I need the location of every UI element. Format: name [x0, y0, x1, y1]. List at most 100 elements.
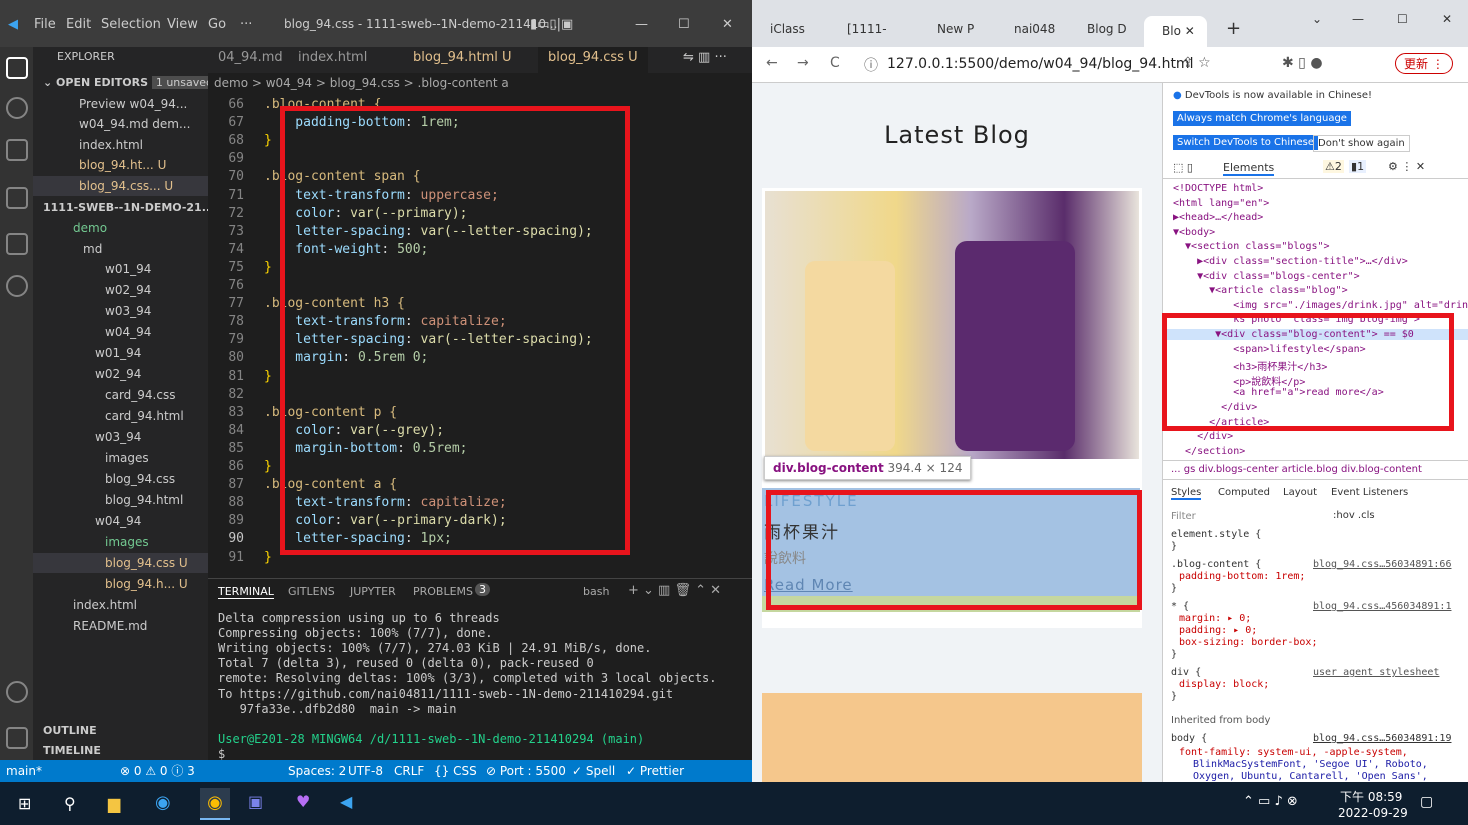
css-declaration[interactable]: box-sizing: border-box; — [1179, 637, 1317, 648]
open-editor-item[interactable]: index.html — [33, 135, 208, 155]
tab-elements[interactable]: Elements — [1223, 161, 1275, 176]
tree-folder[interactable]: w01_94 — [33, 259, 208, 279]
css-declaration[interactable]: display: block; — [1179, 679, 1269, 690]
tray-icons[interactable]: ⌃ ▭ ♪ ⊗ — [1243, 794, 1298, 809]
clock-date[interactable]: 2022-09-29 — [1338, 806, 1408, 820]
dom-node[interactable]: ▼<body> — [1173, 227, 1215, 238]
dom-node[interactable]: </div> — [1173, 431, 1233, 442]
browser-tab[interactable]: [1111- — [847, 22, 887, 44]
tree-folder[interactable]: w04_94 — [33, 511, 208, 531]
menu-selection[interactable]: Selection — [101, 17, 161, 32]
dom-node[interactable]: </section> — [1173, 446, 1245, 457]
dom-node[interactable]: ▼<article class="blog"> — [1173, 285, 1348, 296]
warning-badge[interactable]: ⚠2 — [1323, 160, 1344, 173]
maximize-icon[interactable]: ☐ — [678, 17, 690, 32]
match-language-button[interactable]: Always match Chrome's language — [1173, 111, 1351, 126]
tree-folder[interactable]: md — [33, 239, 208, 259]
tree-file[interactable]: card_94.html — [33, 406, 208, 426]
tree-folder[interactable]: w03_94 — [33, 301, 208, 321]
terminal-actions-icon[interactable]: + ⌄ ▥ 🗑 ⌃ ✕ — [628, 583, 721, 598]
tab-gitlens[interactable]: GITLENS — [288, 585, 335, 598]
encoding-status[interactable]: UTF-8 — [348, 760, 383, 782]
indent-status[interactable]: Spaces: 2 — [288, 760, 346, 782]
tab-terminal[interactable]: TERMINAL — [218, 585, 274, 599]
share-icon[interactable]: ⇪ ☆ — [1182, 55, 1211, 71]
body-rule-source[interactable]: blog_94.css…56034891:19 — [1313, 733, 1451, 744]
port-status[interactable]: ⊘ Port : 5500 — [486, 760, 566, 782]
tree-file[interactable]: blog_94.css U — [33, 553, 208, 573]
dom-node[interactable]: <html lang="en"> — [1173, 198, 1269, 209]
new-tab-icon[interactable]: + — [1226, 18, 1241, 40]
forward-icon[interactable]: → — [797, 55, 809, 71]
maximize-icon[interactable]: ☐ — [1397, 12, 1408, 34]
switch-chinese-button[interactable]: Switch DevTools to Chinese — [1173, 135, 1318, 150]
tab-blog-html[interactable]: blog_94.html U — [403, 47, 522, 73]
menu-file[interactable]: File — [34, 17, 56, 32]
open-editor-item[interactable]: blog_94.ht... U — [33, 155, 208, 175]
tree-folder[interactable]: w04_94 — [33, 322, 208, 342]
tree-folder[interactable]: w02_94 — [33, 280, 208, 300]
open-editors-header[interactable]: ⌄ OPEN EDITORS 1 unsaved — [33, 73, 208, 93]
branch-status[interactable]: main* — [6, 760, 42, 782]
tab-styles[interactable]: Styles — [1171, 487, 1202, 500]
tab-index[interactable]: index.html — [288, 47, 377, 73]
editor-actions-icon[interactable]: ⇋ ▥ ··· — [673, 47, 737, 73]
minimize-icon[interactable]: — — [1352, 12, 1364, 34]
back-icon[interactable]: ← — [766, 55, 778, 71]
message-badge[interactable]: ▮1 — [1349, 160, 1367, 173]
terminal-shell[interactable]: bash — [583, 585, 609, 598]
notification-icon[interactable]: ▢ — [1420, 794, 1433, 810]
dom-node[interactable]: ▼<div class="blogs-center"> — [1173, 271, 1360, 282]
gear-icon[interactable] — [6, 727, 28, 749]
outline-header[interactable]: OUTLINE — [33, 721, 208, 741]
tree-file[interactable]: README.md — [33, 616, 208, 636]
eol-status[interactable]: CRLF — [394, 760, 424, 782]
css-declaration[interactable]: margin: ▸ 0; — [1179, 613, 1251, 624]
dom-node[interactable]: ▼<section class="blogs"> — [1173, 241, 1330, 252]
run-debug-icon[interactable] — [6, 187, 28, 209]
layout-icons[interactable]: ▮▭▯|▣ — [530, 17, 573, 32]
tree-folder[interactable]: w03_94 — [33, 427, 208, 447]
close-icon[interactable]: ✕ — [722, 17, 733, 32]
search-icon[interactable]: ⚲ — [64, 794, 76, 813]
prettier-status[interactable]: ✓ Prettier — [626, 760, 684, 782]
css-rule-source[interactable]: blog_94.css…456034891:1 — [1313, 601, 1451, 612]
search-icon[interactable] — [6, 97, 28, 119]
tab-problems[interactable]: PROBLEMS — [413, 585, 473, 598]
teams-icon[interactable]: ▣ — [248, 792, 263, 811]
close-icon[interactable]: ✕ — [1442, 12, 1452, 34]
vscode-taskbar-icon[interactable]: ◀ — [340, 792, 352, 811]
css-rule-source[interactable]: user agent stylesheet — [1313, 667, 1439, 678]
start-icon[interactable]: ⊞ — [18, 794, 31, 813]
tree-file[interactable]: card_94.css — [33, 385, 208, 405]
open-editor-item[interactable]: Preview w04_94... — [33, 94, 208, 114]
open-editor-item[interactable]: blog_94.css... U — [33, 176, 208, 196]
tab-blog-css[interactable]: blog_94.css U — [538, 47, 648, 73]
dont-show-button[interactable]: Don't show again — [1313, 135, 1410, 152]
spell-status[interactable]: ✓ Spell — [572, 760, 615, 782]
app-icon[interactable]: ♥ — [296, 792, 310, 811]
explorer-icon[interactable] — [6, 57, 28, 79]
menu-edit[interactable]: Edit — [66, 17, 91, 32]
tree-folder[interactable]: w02_94 — [33, 364, 208, 384]
clock-time[interactable]: 下午 08:59 — [1340, 788, 1402, 805]
browser-tab[interactable]: nai048 — [1014, 22, 1055, 44]
update-button[interactable]: 更新 ⋮ — [1395, 53, 1453, 74]
dom-node[interactable]: <img src="./images/drink.jpg" alt="drin — [1173, 300, 1468, 311]
tree-file[interactable]: blog_94.h... U — [33, 574, 208, 594]
minimize-icon[interactable]: — — [635, 17, 648, 32]
dom-node[interactable]: <!DOCTYPE html> — [1173, 183, 1263, 194]
tree-file[interactable]: blog_94.css — [33, 469, 208, 489]
edge-icon[interactable]: ◉ — [155, 792, 171, 813]
browser-tab[interactable]: iClass — [770, 22, 805, 44]
extensions-icon[interactable]: ✱ ▯ ● — [1282, 55, 1323, 71]
dom-node[interactable]: ▶<head>…</head> — [1173, 212, 1263, 223]
tab-layout[interactable]: Layout — [1283, 487, 1317, 498]
problems-status[interactable]: ⊗ 0 ⚠ 0 ⓘ 3 — [120, 760, 195, 782]
timeline-header[interactable]: TIMELINE — [33, 741, 208, 761]
css-declaration[interactable]: padding: ▸ 0; — [1179, 625, 1257, 636]
url-field[interactable]: 127.0.0.1:5500/demo/w04_94/blog_94.html — [887, 56, 1193, 72]
source-control-icon[interactable] — [6, 139, 28, 161]
browser-tab[interactable]: New P — [937, 22, 974, 44]
tab-search-icon[interactable]: ⌄ — [1312, 12, 1322, 34]
